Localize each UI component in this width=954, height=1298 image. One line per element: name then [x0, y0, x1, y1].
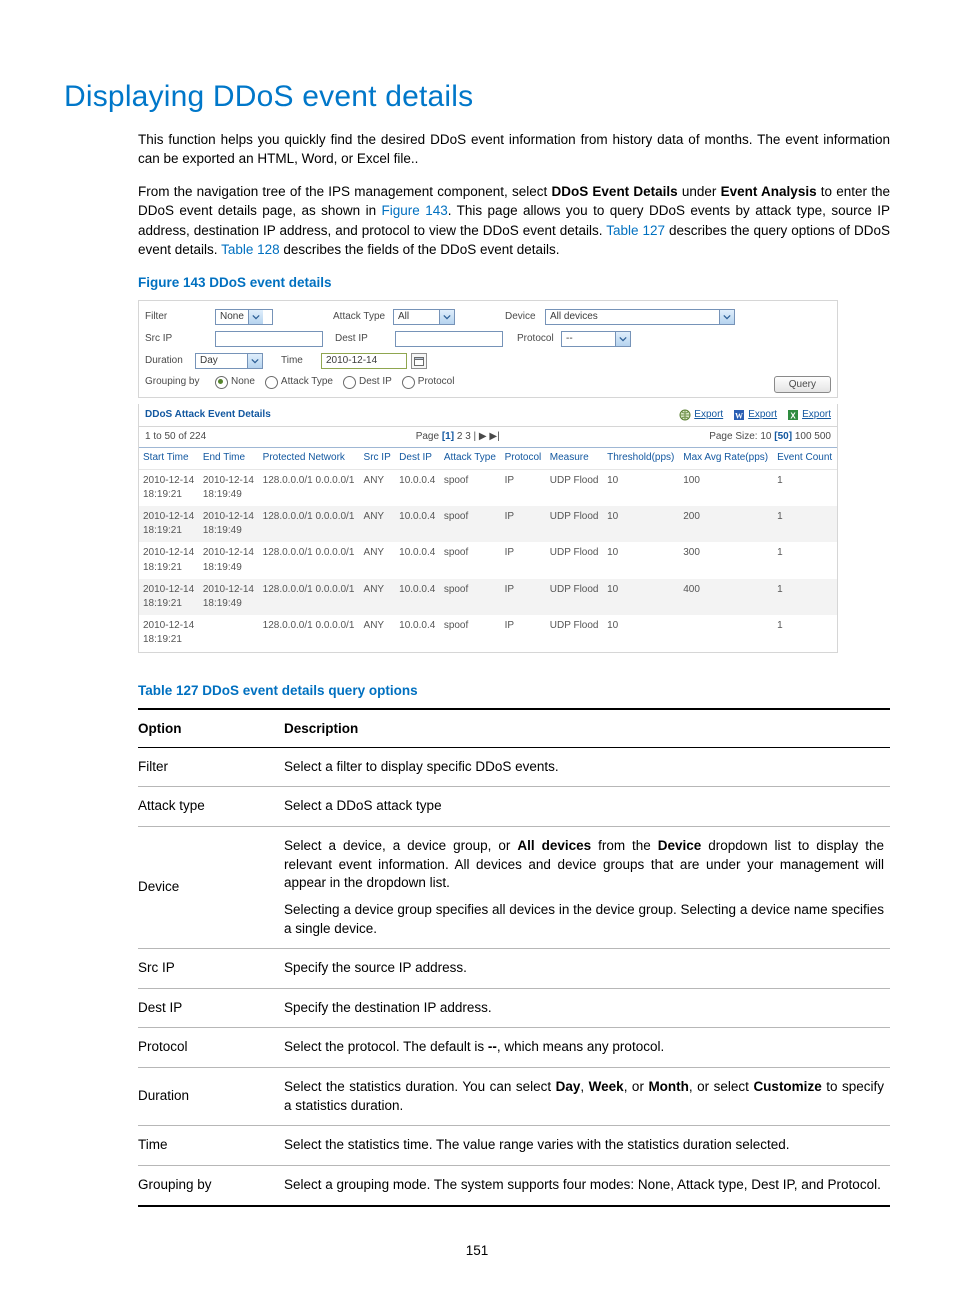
table128-link[interactable]: Table 128: [221, 242, 280, 257]
word-icon: W: [733, 409, 745, 421]
table-row: DurationSelect the statistics duration. …: [138, 1068, 890, 1126]
chevron-down-icon: [247, 354, 262, 368]
export-word-link[interactable]: W Export: [733, 408, 777, 422]
table127: Option Description FilterSelect a filter…: [138, 708, 890, 1207]
table127-link[interactable]: Table 127: [606, 223, 665, 238]
table-row: 2010-12-1418:19:212010-12-1418:19:49128.…: [139, 542, 837, 578]
figure-caption: Figure 143 DDoS event details: [138, 273, 890, 292]
col-option: Option: [138, 709, 284, 748]
device-label: Device: [505, 310, 545, 324]
table-row: ProtocolSelect the protocol. The default…: [138, 1028, 890, 1068]
export-html-link[interactable]: Export: [679, 408, 723, 422]
intro-paragraph-2: From the navigation tree of the IPS mana…: [138, 182, 890, 259]
grouping-attacktype-radio[interactable]: [265, 376, 278, 389]
column-header: Protected Network: [259, 448, 360, 469]
column-header: Max Avg Rate(pps): [679, 448, 773, 469]
calendar-icon[interactable]: [411, 353, 427, 369]
figure-link[interactable]: Figure 143: [382, 203, 448, 218]
page-size[interactable]: Page Size: 10 [50] 100 500: [709, 430, 831, 444]
page-title: Displaying DDoS event details: [64, 80, 890, 114]
filter-label: Filter: [145, 310, 215, 324]
record-count: 1 to 50 of 224: [145, 430, 206, 444]
column-header: Event Count: [773, 448, 837, 469]
table-row: TimeSelect the statistics time. The valu…: [138, 1126, 890, 1166]
protocol-select[interactable]: --: [561, 331, 631, 347]
table-row: 2010-12-1418:19:212010-12-1418:19:49128.…: [139, 506, 837, 542]
page-number: 151: [64, 1243, 890, 1258]
column-header: Dest IP: [395, 448, 440, 469]
table127-caption: Table 127 DDoS event details query optio…: [138, 681, 890, 700]
column-header: End Time: [199, 448, 259, 469]
table-row: Attack typeSelect a DDoS attack type: [138, 787, 890, 827]
col-description: Description: [284, 709, 890, 748]
chevron-down-icon: [615, 332, 630, 346]
column-header: Measure: [546, 448, 603, 469]
table-row: Dest IPSpecify the destination IP addres…: [138, 988, 890, 1028]
query-button[interactable]: Query: [774, 376, 831, 393]
column-header: Protocol: [501, 448, 546, 469]
intro-paragraph-1: This function helps you quickly find the…: [138, 130, 890, 168]
srcip-input[interactable]: [215, 331, 323, 347]
chevron-down-icon: [439, 310, 454, 324]
attack-type-select[interactable]: All: [393, 309, 455, 325]
table-row: DeviceSelect a device, a device group, o…: [138, 827, 890, 949]
column-header: Attack Type: [440, 448, 501, 469]
time-label: Time: [281, 354, 321, 368]
table-row: Grouping bySelect a grouping mode. The s…: [138, 1165, 890, 1205]
device-select[interactable]: All devices: [545, 309, 735, 325]
duration-label: Duration: [145, 354, 195, 368]
table-row: 2010-12-1418:19:212010-12-1418:19:49128.…: [139, 579, 837, 615]
chevron-down-icon: [719, 310, 734, 324]
grouping-destip-radio[interactable]: [343, 376, 356, 389]
attack-type-label: Attack Type: [333, 310, 393, 324]
srcip-label: Src IP: [145, 332, 215, 346]
svg-text:W: W: [735, 412, 743, 421]
grouping-none-radio[interactable]: [215, 376, 228, 389]
ddos-details-panel: DDoS Attack Event Details Export W Expor…: [138, 404, 838, 652]
excel-icon: X: [787, 409, 799, 421]
svg-text:X: X: [790, 412, 796, 421]
globe-icon: [679, 409, 691, 421]
time-input[interactable]: 2010-12-14: [321, 353, 407, 369]
table-row: FilterSelect a filter to display specifi…: [138, 747, 890, 787]
grouping-label: Grouping by: [145, 375, 215, 389]
chevron-down-icon: [248, 310, 263, 324]
table-row: 2010-12-1418:19:212010-12-1418:19:49128.…: [139, 469, 837, 506]
table-row: Src IPSpecify the source IP address.: [138, 949, 890, 989]
export-links: Export W Export X Export: [679, 408, 831, 422]
destip-input[interactable]: [395, 331, 503, 347]
ddos-events-table: Start TimeEnd TimeProtected NetworkSrc I…: [139, 448, 837, 651]
details-title: DDoS Attack Event Details: [145, 408, 271, 422]
duration-select[interactable]: Day: [195, 353, 263, 369]
column-header: Src IP: [360, 448, 396, 469]
table-row: 2010-12-1418:19:21128.0.0.0/1 0.0.0.0/1A…: [139, 615, 837, 651]
pager[interactable]: Page [1] 2 3 | ▶ ▶|: [416, 430, 500, 444]
grouping-protocol-radio[interactable]: [402, 376, 415, 389]
export-excel-link[interactable]: X Export: [787, 408, 831, 422]
filter-panel: Filter None Attack Type All Device All d…: [138, 300, 838, 398]
filter-select[interactable]: None: [215, 309, 273, 325]
ddos-event-details-screenshot: Filter None Attack Type All Device All d…: [138, 300, 838, 652]
column-header: Start Time: [139, 448, 199, 469]
destip-label: Dest IP: [335, 332, 395, 346]
protocol-label: Protocol: [517, 332, 561, 346]
column-header: Threshold(pps): [603, 448, 679, 469]
